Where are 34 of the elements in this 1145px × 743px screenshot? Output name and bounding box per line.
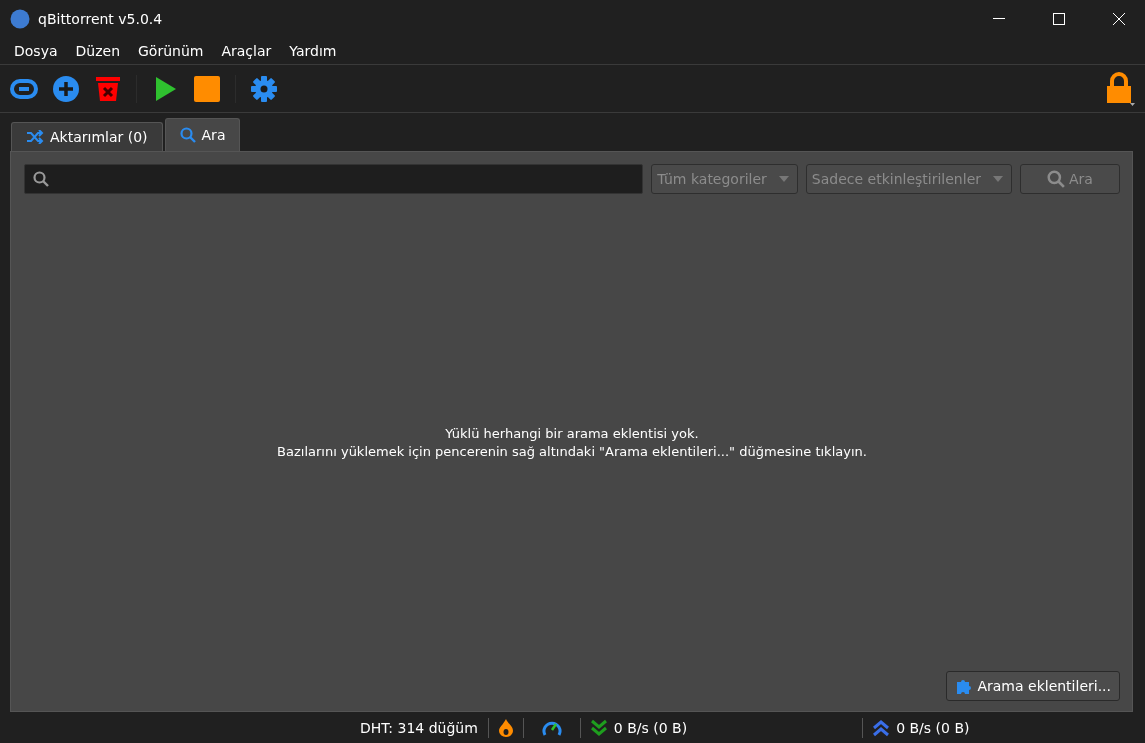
tab[interactable]: Aktarımlar (0) (11, 122, 163, 151)
search-field[interactable] (24, 164, 644, 194)
lock-icon[interactable] (1105, 71, 1135, 106)
maximize-icon (1053, 13, 1065, 25)
info-message: Bazılarını yüklemek için pencerenin sağ altındaki "Arama eklentileri..." düğmesine tıklayın. (277, 444, 867, 459)
minimize-icon (993, 18, 1005, 20)
trash-icon[interactable] (94, 74, 122, 103)
plus-icon[interactable] (52, 74, 80, 103)
upload-icon (873, 718, 890, 737)
info-message: Yüklü herhangi bir arama eklentisi yok. (445, 426, 699, 441)
tab[interactable]: Ara (164, 118, 241, 151)
shuffle-icon (26, 130, 44, 144)
menu-item[interactable]: Araçlar (221, 43, 272, 59)
menu-item[interactable]: Yardım (289, 43, 337, 59)
search-icon (179, 127, 196, 143)
search-plugins-button[interactable]: Arama eklentileri... (946, 671, 1120, 701)
menu-item[interactable]: Düzen (75, 43, 120, 59)
menu-item[interactable]: Görünüm (138, 43, 204, 59)
caret-icon (778, 176, 789, 182)
close-icon (1113, 13, 1125, 25)
search-icon (33, 171, 49, 187)
download-speed: 0 B/s (0 B) (613, 719, 688, 736)
flame-icon (498, 718, 513, 737)
search-icon (1047, 170, 1066, 188)
download-icon (590, 718, 607, 737)
dht-status: DHT: 314 düğüm (360, 719, 478, 736)
app-logo-icon (10, 9, 30, 29)
stop-icon[interactable] (193, 74, 221, 103)
settings-icon[interactable] (250, 74, 278, 103)
puzzle-icon (955, 677, 974, 695)
upload-speed: 0 B/s (0 B) (896, 719, 970, 736)
menu-item[interactable]: Dosya (14, 43, 58, 59)
window-title: qBittorrent v5.0.4 (38, 11, 164, 27)
caret-icon (993, 176, 1003, 182)
